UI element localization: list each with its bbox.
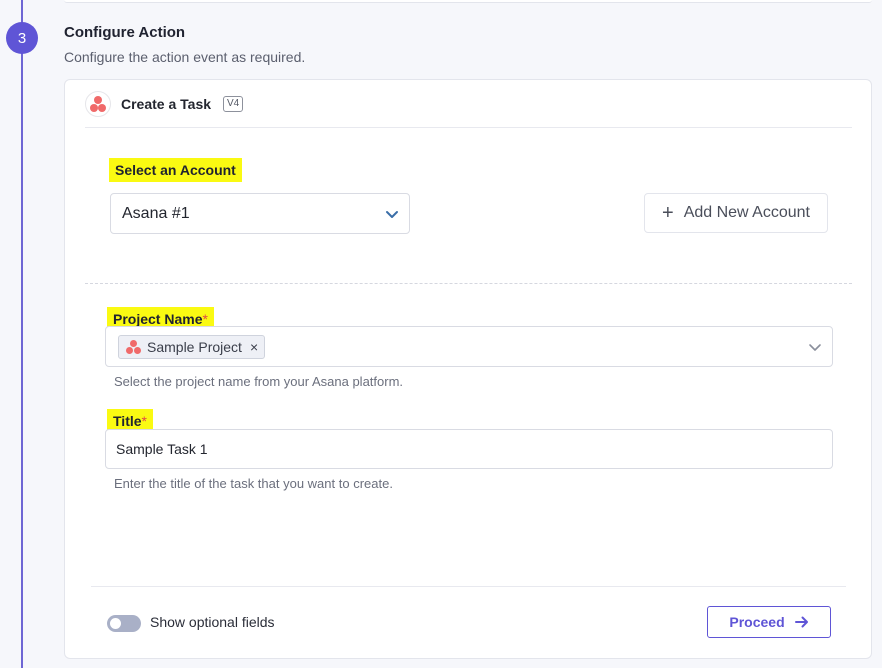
selected-project-chip: Sample Project × [118, 335, 266, 359]
step-description: Configure the action event as required. [64, 49, 306, 65]
step-title: Configure Action [64, 24, 186, 41]
timeline-rail [21, 0, 23, 668]
toggle-knob [110, 618, 121, 629]
chevron-down-icon [386, 211, 398, 218]
plus-icon: + [662, 202, 674, 224]
previous-step-card [64, 0, 872, 3]
action-config-card: Create a Task V4 Select an Account Asana… [64, 79, 872, 659]
asana-icon [125, 339, 142, 355]
asana-icon [85, 90, 111, 117]
step-number-badge: 3 [6, 22, 38, 54]
optional-fields-label: Show optional fields [150, 614, 275, 630]
account-selected-value: Asana #1 [122, 204, 190, 222]
required-asterisk: * [141, 413, 147, 429]
chevron-down-icon [809, 344, 821, 351]
action-title: Create a Task [121, 95, 212, 112]
add-account-label: Add New Account [683, 204, 810, 221]
project-select[interactable]: Sample Project × [105, 326, 833, 367]
required-asterisk: * [202, 311, 208, 327]
add-new-account-button[interactable]: + Add New Account [644, 193, 828, 233]
proceed-button[interactable]: Proceed [707, 606, 831, 638]
workflow-step-panel: 3 Configure Action Configure the action … [0, 0, 882, 668]
proceed-label: Proceed [729, 614, 785, 630]
title-input[interactable]: Sample Task 1 [105, 429, 833, 469]
title-help-text: Enter the title of the task that you wan… [114, 476, 393, 491]
optional-fields-toggle[interactable] [107, 615, 141, 632]
footer-divider [91, 586, 846, 587]
version-badge: V4 [223, 95, 244, 112]
remove-chip-icon[interactable]: × [250, 339, 258, 355]
action-header: Create a Task V4 [85, 80, 852, 128]
section-divider [85, 283, 852, 284]
account-label: Select an Account [109, 158, 242, 182]
account-select[interactable]: Asana #1 [110, 193, 410, 234]
project-help-text: Select the project name from your Asana … [114, 374, 404, 389]
title-input-value: Sample Task 1 [116, 441, 208, 457]
arrow-right-icon [794, 616, 808, 628]
chip-label: Sample Project [147, 339, 242, 355]
